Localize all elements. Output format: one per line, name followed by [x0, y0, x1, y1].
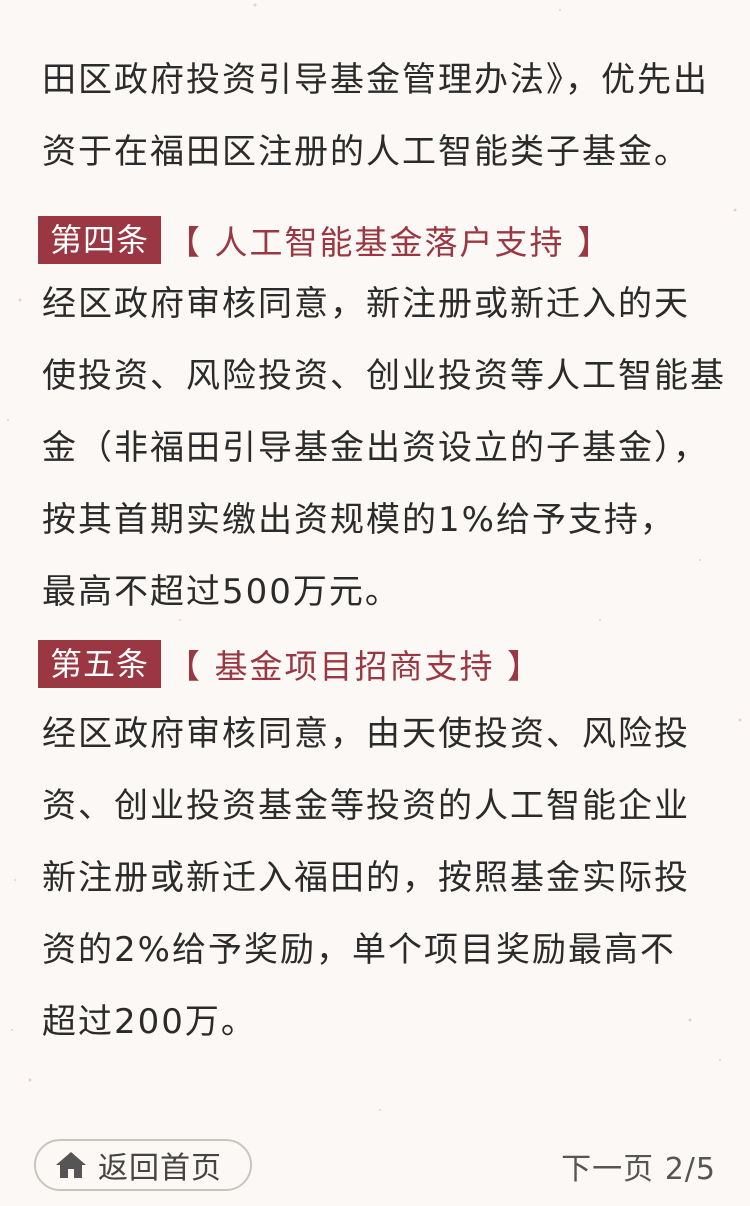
article4-body: 经区政府审核同意，新注册或新迁入的天 使投资、风险投资、创业投资等人工智能基 金… [42, 268, 726, 628]
next-page-link[interactable]: 下一页 [561, 1152, 654, 1187]
article4-badge: 第四条 [38, 216, 162, 264]
article4-line: 经区政府审核同意，新注册或新迁入的天 [42, 284, 690, 324]
home-label: 返回首页 [98, 1151, 222, 1186]
pager[interactable]: 下一页 2/5 [561, 1144, 716, 1188]
article5-body: 经区政府审核同意，由天使投资、风险投 资、创业投资基金等投资的人工智能企业 新注… [42, 698, 690, 1058]
article4-title: 【 人工智能基金落户支持 】 [167, 223, 612, 262]
article4-line: 按其首期实缴出资规模的1%给予支持， [42, 500, 676, 540]
article5-line: 超过200万。 [42, 1002, 257, 1042]
article5-line: 资的2%给予奖励，单个项目奖励最高不 [42, 930, 676, 970]
article4-heading: 第四条 【 人工智能基金落户支持 】 [38, 216, 612, 264]
article5-badge: 第五条 [38, 640, 162, 688]
intro-paragraph: 田区政府投资引导基金管理办法》，优先出 资于在福田区注册的人工智能类子基金。 [42, 44, 709, 188]
article5-line: 经区政府审核同意，由天使投资、风险投 [42, 714, 690, 754]
home-icon [56, 1152, 86, 1178]
article4-line: 金（非福田引导基金出资设立的子基金）， [42, 428, 709, 468]
home-button[interactable]: 返回首页 [34, 1139, 252, 1191]
article4-line: 最高不超过500万元。 [42, 572, 401, 612]
article5-heading: 第五条 【 基金项目招商支持 】 [38, 640, 542, 688]
intro-line: 田区政府投资引导基金管理办法》，优先出 [42, 60, 709, 100]
article5-line: 资、创业投资基金等投资的人工智能企业 [42, 786, 690, 826]
page-indicator: 2/5 [664, 1152, 716, 1187]
article4-line: 使投资、风险投资、创业投资等人工智能基 [42, 356, 726, 396]
intro-line: 资于在福田区注册的人工智能类子基金。 [42, 132, 690, 172]
article5-title: 【 基金项目招商支持 】 [167, 647, 542, 686]
article5-line: 新注册或新迁入福田的，按照基金实际投 [42, 858, 690, 898]
